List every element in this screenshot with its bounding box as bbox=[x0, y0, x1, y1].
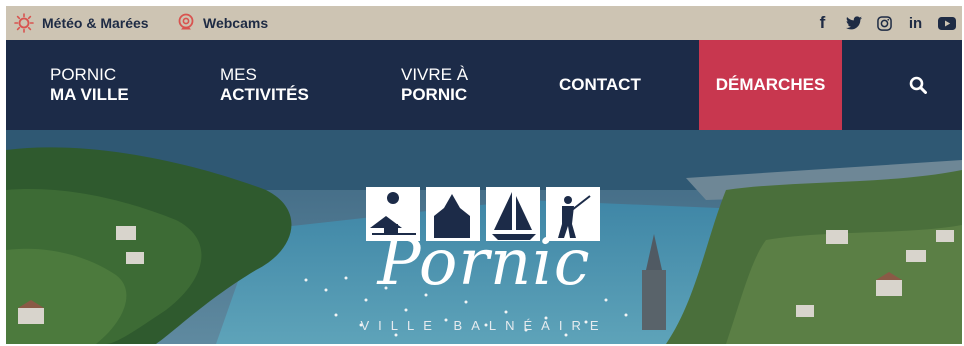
nav-item-contact[interactable]: CONTACT bbox=[559, 40, 641, 130]
search-button[interactable] bbox=[902, 69, 934, 101]
nav-item-line1: PORNIC bbox=[50, 65, 117, 84]
nav-item-line1: VIVRE À bbox=[401, 65, 469, 84]
linkedin-icon: in bbox=[908, 14, 923, 32]
meteo-link[interactable]: Météo & Marées bbox=[14, 6, 149, 40]
facebook-icon: f bbox=[819, 13, 826, 32]
nav-item-line1: MES bbox=[220, 65, 257, 84]
brand-tagline: VILLE BALNÉAIRE bbox=[360, 318, 608, 333]
demarches-label: DÉMARCHES bbox=[715, 75, 826, 94]
site-header: Météo & Marées Webcams f in PORNIC MA VI… bbox=[6, 6, 962, 344]
nav-item-line2: PORNIC bbox=[401, 85, 468, 104]
webcams-label: Webcams bbox=[203, 15, 269, 31]
twitter-link[interactable] bbox=[838, 6, 869, 40]
nav-item-demarches[interactable]: DÉMARCHES bbox=[699, 40, 842, 130]
nav-item-label: CONTACT bbox=[559, 75, 641, 94]
webcams-link[interactable]: Webcams bbox=[177, 6, 268, 40]
youtube-link[interactable] bbox=[931, 6, 962, 40]
instagram-link[interactable] bbox=[869, 6, 900, 40]
nav-item-line2: ACTIVITÉS bbox=[220, 85, 309, 104]
webcam-icon bbox=[178, 13, 194, 30]
top-utility-bar: Météo & Marées Webcams f in bbox=[6, 6, 962, 40]
main-navigation: PORNIC MA VILLE MES ACTIVITÉS VIVRE À PO… bbox=[6, 40, 962, 130]
sun-icon bbox=[14, 13, 34, 33]
nav-item-mes-activites[interactable]: MES ACTIVITÉS bbox=[220, 40, 309, 130]
instagram-icon bbox=[877, 15, 892, 31]
nav-item-pornic-ma-ville[interactable]: PORNIC MA VILLE bbox=[50, 40, 129, 130]
social-links: f in bbox=[807, 6, 962, 40]
nav-item-vivre-a-pornic[interactable]: VIVRE À PORNIC bbox=[401, 40, 468, 130]
search-icon bbox=[909, 76, 927, 94]
youtube-icon bbox=[937, 16, 956, 30]
linkedin-link[interactable]: in bbox=[900, 6, 931, 40]
facebook-link[interactable]: f bbox=[807, 6, 838, 40]
brand-name: Pornic bbox=[377, 226, 591, 300]
hero-banner: Pornic VILLE BALNÉAIRE bbox=[6, 130, 962, 344]
meteo-label: Météo & Marées bbox=[42, 15, 149, 31]
twitter-icon bbox=[845, 16, 862, 30]
nav-item-line2: MA VILLE bbox=[50, 85, 129, 104]
